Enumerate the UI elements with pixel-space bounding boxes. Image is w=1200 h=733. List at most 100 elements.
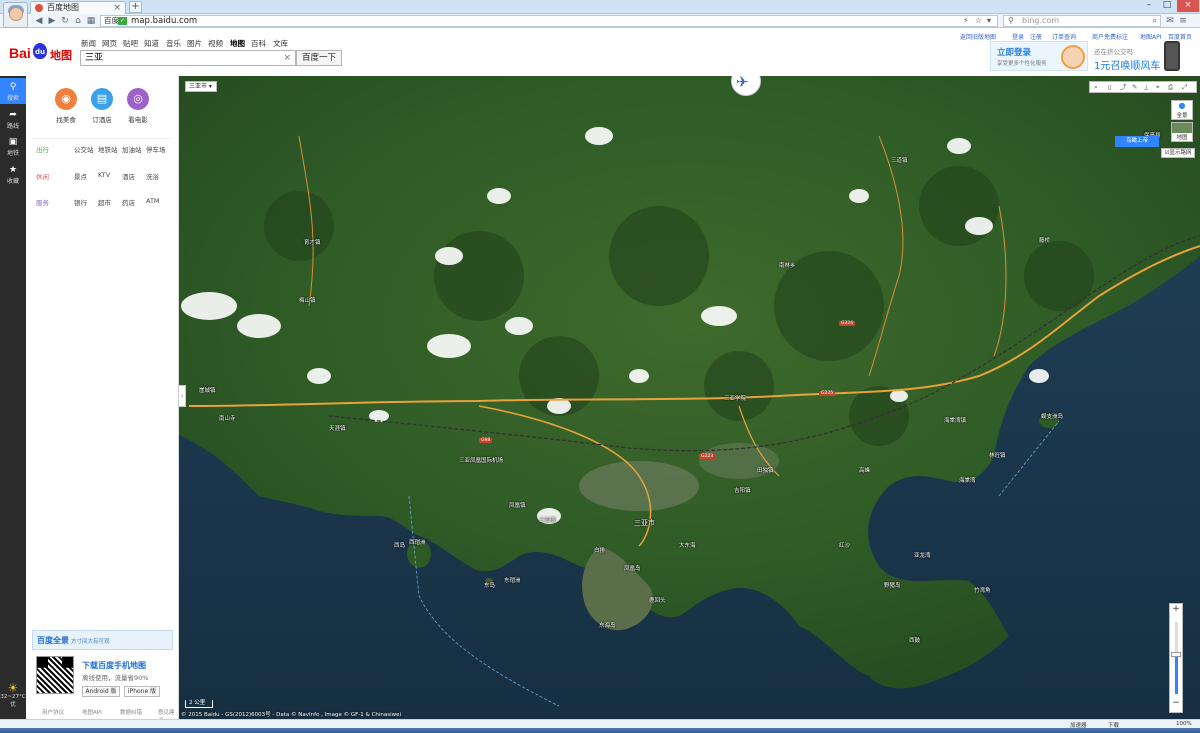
poi-supermarket[interactable]: 超市 xyxy=(98,197,111,207)
map-label[interactable]: 东瑁洲 xyxy=(504,576,521,584)
share-icon[interactable]: ⤴ xyxy=(1120,82,1127,93)
print-icon[interactable]: ⎙ xyxy=(1168,82,1173,93)
login-promo[interactable]: 立即登录 享受更多个性化服务 xyxy=(990,41,1088,71)
poi-atm[interactable]: ATM xyxy=(146,197,160,205)
map-label[interactable]: 海棠湾镇 xyxy=(944,416,966,424)
poi-bus-stop[interactable]: 公交站 xyxy=(74,144,94,154)
close-tab-icon[interactable]: × xyxy=(113,2,121,14)
traffic-icon[interactable]: ▯ xyxy=(1108,82,1112,93)
map-label[interactable]: 竹湾角 xyxy=(974,586,991,594)
map-label[interactable]: 东海岛 xyxy=(599,621,616,629)
forward-icon[interactable]: ▶ xyxy=(46,15,58,27)
channel-images[interactable]: 图片 xyxy=(187,38,202,49)
map-label[interactable]: 南林乡 xyxy=(779,261,796,269)
carpool-promo[interactable]: 还在挤公交吗 1元召唤顺风车 xyxy=(1090,41,1194,73)
address-bar[interactable]: 百度 ✓ map.baidu.com ⚡ ☆ ▾ xyxy=(100,15,998,27)
map-label[interactable]: 三亚凤凰国际机场 xyxy=(459,456,503,464)
zoom-percent[interactable]: 100% xyxy=(1176,721,1192,727)
map-label[interactable]: 育才镇 xyxy=(304,238,321,246)
clear-search-icon[interactable]: × xyxy=(283,51,291,65)
category-food[interactable]: ◉ 找美食 xyxy=(48,88,84,124)
map-label[interactable]: 梅山镇 xyxy=(299,296,316,304)
collapse-panel-icon[interactable]: ‹ xyxy=(178,385,186,407)
channel-news[interactable]: 新闻 xyxy=(81,38,96,49)
footer-error[interactable]: 数据纠错 xyxy=(120,708,142,716)
poi-ktv[interactable]: KTV xyxy=(98,171,110,179)
channel-music[interactable]: 音乐 xyxy=(166,38,181,49)
iphone-button[interactable]: iPhone 版 xyxy=(124,686,160,697)
pin-icon[interactable]: ⌖ xyxy=(1156,82,1160,93)
footer-api[interactable]: 地图API xyxy=(82,708,102,716)
city-selector[interactable]: 三亚市 ▾ xyxy=(185,81,217,92)
link-baidu-home[interactable]: 百度首页 xyxy=(1168,32,1192,41)
user-avatar[interactable] xyxy=(3,2,28,28)
category-movie[interactable]: ◎ 看电影 xyxy=(120,88,156,124)
map-label[interactable]: 海棠湾 xyxy=(959,476,976,484)
lightning-icon[interactable]: ⚡ xyxy=(963,16,969,26)
map-label[interactable]: 鹿回头 xyxy=(649,596,666,604)
refresh-icon[interactable]: ↻ xyxy=(59,15,71,27)
road-network-toggle[interactable]: ☑显示路网 xyxy=(1161,148,1195,158)
new-tab-button[interactable]: + xyxy=(129,1,142,13)
nav-subway[interactable]: ▣ 地铁 xyxy=(0,133,26,159)
channel-zhidao[interactable]: 知道 xyxy=(144,38,159,49)
back-icon[interactable]: ◀ xyxy=(33,15,45,27)
link-old-map[interactable]: 返回旧版地图 xyxy=(960,32,996,41)
browser-tab[interactable]: 百度地图 × xyxy=(30,1,126,14)
panorama-banner[interactable]: 百度全景 方寸间大有可观 xyxy=(32,630,173,650)
map-label[interactable]: 凤凰镇 xyxy=(509,501,526,509)
category-hotel[interactable]: ▤ 订酒店 xyxy=(84,88,120,124)
poi-parking[interactable]: 停车场 xyxy=(146,144,166,154)
map-label[interactable]: 三亚学院 xyxy=(724,394,746,402)
footer-agreement[interactable]: 用户协议 xyxy=(42,708,64,716)
map-label[interactable]: 白排 xyxy=(594,546,605,554)
map-label[interactable]: 藤桥 xyxy=(1039,236,1050,244)
map-label[interactable]: 三亚湾 xyxy=(539,516,556,524)
poi-bath[interactable]: 洗浴 xyxy=(146,171,159,181)
star-icon[interactable]: ☆ xyxy=(975,16,982,26)
map-label[interactable]: 凤凰岛 xyxy=(624,564,641,572)
map-label[interactable]: 东岛 xyxy=(484,581,495,589)
baidu-logo[interactable]: Bai du 地图 xyxy=(9,43,79,65)
channel-wenku[interactable]: 文库 xyxy=(273,38,288,49)
map-label[interactable]: 天涯镇 xyxy=(329,424,346,432)
android-button[interactable]: Android 版 xyxy=(82,686,120,697)
map-label[interactable]: 田独镇 xyxy=(757,466,774,474)
poi-hotel[interactable]: 酒店 xyxy=(122,171,135,181)
zoom-out-icon[interactable]: − xyxy=(1170,698,1182,708)
channel-map[interactable]: 地图 xyxy=(230,38,245,49)
map-label[interactable]: 西瑁洲 xyxy=(409,538,426,546)
grid-icon[interactable]: ▦ xyxy=(85,15,97,27)
channel-tieba[interactable]: 贴吧 xyxy=(123,38,138,49)
weather-widget[interactable]: ☀ 32~27°C 优 xyxy=(0,682,26,708)
fullscreen-icon[interactable]: ⤢ xyxy=(1182,82,1187,93)
zoom-slider-handle[interactable] xyxy=(1171,652,1181,657)
map-label[interactable]: 吉阳镇 xyxy=(734,486,751,494)
channel-baike[interactable]: 百科 xyxy=(251,38,266,49)
map-type-button[interactable]: 地图 xyxy=(1171,122,1193,142)
search-engine-box[interactable]: ⚲ bing.com ⌕ xyxy=(1003,15,1161,27)
link-register[interactable]: 注册 xyxy=(1030,32,1042,41)
nav-search[interactable]: ⚲ 搜索 xyxy=(0,78,26,104)
nav-favorites[interactable]: ★ 收藏 xyxy=(0,161,26,187)
map-label[interactable]: 林旺镇 xyxy=(989,451,1006,459)
map-label[interactable]: 野猪岛 xyxy=(884,581,901,589)
home-icon[interactable]: ⌂ xyxy=(72,15,84,27)
map-label[interactable]: 西岛 xyxy=(394,541,405,549)
map-label[interactable]: 蜈支洲岛 xyxy=(1041,412,1063,420)
satellite-map[interactable]: 三亚市 天涯镇 育才镇 田独镇 三亚湾 海棠湾镇 三亚凤凰国际机场 亚龙湾 凤凰… xyxy=(179,76,1200,719)
panorama-button[interactable]: ● 全景 xyxy=(1171,100,1193,120)
ruler-icon[interactable]: ⟂ xyxy=(1144,82,1148,93)
map-label[interactable]: 亚龙湾 xyxy=(914,551,931,559)
search-icon[interactable]: ⌕ xyxy=(1153,16,1157,26)
poi-gas[interactable]: 加油站 xyxy=(122,144,142,154)
poi-bank[interactable]: 银行 xyxy=(74,197,87,207)
poi-pharmacy[interactable]: 药店 xyxy=(122,197,135,207)
map-label[interactable]: 西鼓 xyxy=(909,636,920,644)
channel-video[interactable]: 视频 xyxy=(208,38,223,49)
map-label[interactable]: 三亚市 xyxy=(634,518,655,528)
map-search-input[interactable]: 三亚 × xyxy=(80,50,296,66)
link-login[interactable]: 登录 xyxy=(1012,32,1024,41)
map-label[interactable]: 大东海 xyxy=(679,541,696,549)
map-label[interactable]: 三道镇 xyxy=(891,156,908,164)
